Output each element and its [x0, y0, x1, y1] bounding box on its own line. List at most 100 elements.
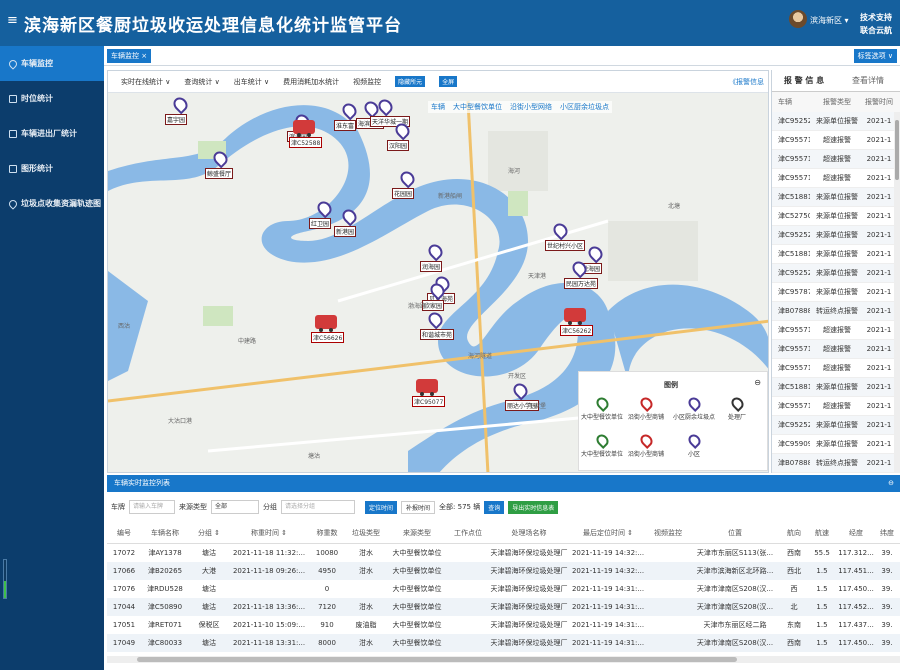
map-poi-marker[interactable]: 汉阳园 [387, 120, 413, 151]
map-poi-marker[interactable]: 和谐城市苑 [420, 309, 455, 340]
query-button[interactable]: 查询 [484, 500, 505, 514]
user-menu[interactable]: 滨海新区 ▾ [810, 15, 849, 26]
sidebar-item-time-stats[interactable]: 时位统计 [0, 81, 104, 116]
fuel-stats-menu[interactable]: 费用消耗加水统计 [283, 77, 339, 87]
alarm-info-toggle[interactable]: 《报警信息 [729, 77, 764, 87]
alarm-row[interactable]: 津B07888 转运终点报警 2021-1 [772, 302, 900, 321]
alarm-detail-link[interactable]: 查看详情 [836, 75, 900, 86]
sidebar-item-route-map[interactable]: 垃圾点收集资漏轨迹图 [0, 186, 104, 221]
alarm-scrollbar[interactable] [894, 112, 900, 473]
vehicle-marker[interactable]: 津C56626 [311, 315, 345, 343]
sidebar-item-chart-stats[interactable]: 图形统计 [0, 151, 104, 186]
layer-restaurant[interactable]: 大中型餐饮单位 [453, 102, 502, 112]
alarm-row[interactable]: 津C95571 超速报警 2021-1 [772, 150, 900, 169]
alarm-row[interactable]: 津C95252 来源单位报警 2021-1 [772, 416, 900, 435]
table-row[interactable]: 17072 津AY1378 塘沽 2021-11-18 11:32:... 10080 泔… [107, 544, 900, 562]
alarm-row[interactable]: 津C52750 来源单位报警 2021-1 [772, 207, 900, 226]
table-column-header[interactable]: 来源类型 [387, 528, 447, 538]
table-column-header[interactable]: 称重数 [309, 528, 345, 538]
group-select[interactable]: 请选择分组 [281, 500, 355, 514]
map-panel[interactable]: 实时在线统计 ∨ 查询统计 ∨ 出车统计 ∨ 费用消耗加水统计 视频监控 隐藏所… [107, 70, 769, 473]
map-poi-marker[interactable]: 红卫园 [309, 198, 335, 229]
alarm-row[interactable]: 津C51881 来源单位报警 2021-1 [772, 245, 900, 264]
map-poi-marker[interactable]: 欣家园 [422, 280, 448, 311]
table-column-header[interactable]: 经度 [837, 528, 875, 538]
locate-time-button[interactable]: 定位时间 [365, 500, 398, 514]
table-cell: 17049 [112, 639, 136, 647]
map-poi-marker[interactable]: 鲸盛餐厅 [205, 148, 234, 179]
alarm-row[interactable]: 津C95571 超速报警 2021-1 [772, 397, 900, 416]
tag-options-dropdown[interactable]: 标签选项 ∨ [853, 49, 897, 63]
alarm-row[interactable]: 津C95571 超速报警 2021-1 [772, 131, 900, 150]
export-button[interactable]: 导出实时信息表 [508, 500, 559, 514]
map-poi-marker[interactable]: 民园万达苑 [564, 258, 599, 289]
fullscreen-button[interactable]: 全屏 [439, 76, 458, 87]
online-stats-menu[interactable]: 实时在线统计 ∨ [121, 77, 170, 87]
table-column-header[interactable]: 编号 [107, 528, 141, 538]
alarm-row[interactable]: 津C95571 超速报警 2021-1 [772, 321, 900, 340]
alarm-row[interactable]: 津C95571 超速报警 2021-1 [772, 359, 900, 378]
table-column-header[interactable]: 纬度 [875, 528, 899, 538]
table-cell: 1.5 [816, 585, 828, 593]
vehicle-marker[interactable]: 津C52588 [289, 120, 323, 148]
vehicle-marker[interactable]: 津C95077 [412, 379, 446, 407]
table-column-header[interactable]: 最后定位时间 ⇕ [569, 528, 647, 538]
table-row[interactable]: 17044 津C50890 塘沽 2021-11-18 13:36:... 7120 泔水… [107, 598, 900, 616]
sidebar-item-vehicle-monitor[interactable]: 车辆监控 [0, 46, 104, 81]
table-row[interactable]: 17049 津C80033 塘沽 2021-11-18 13:31:... 8000 泔水… [107, 634, 900, 652]
legend-collapse-icon[interactable]: ⊖ [754, 378, 761, 387]
table-column-header[interactable]: 分组 ⇕ [189, 528, 229, 538]
alarm-row[interactable]: 津C95571 超速报警 2021-1 [772, 340, 900, 359]
alarm-row[interactable]: 津B07888 转运终点报警 2021-1 [772, 454, 900, 473]
table-column-header[interactable]: 垃圾类型 [345, 528, 387, 538]
dispatch-stats-menu[interactable]: 出车统计 ∨ [234, 77, 269, 87]
map-poi-marker[interactable]: 世纪村兴小区 [545, 220, 586, 251]
query-stats-menu[interactable]: 查询统计 ∨ [184, 77, 219, 87]
map-poi-marker[interactable]: 悦海园 [580, 243, 606, 274]
layer-street-shop[interactable]: 沿街小型网络 [510, 102, 552, 112]
plate-input[interactable]: 请输入车牌 [129, 500, 175, 514]
menu-icon[interactable]: ≡ [7, 13, 18, 28]
layer-vehicle[interactable]: 车辆 [431, 102, 445, 112]
table-row[interactable]: 17066 津B20265 大港 2021-11-18 09:26:... 4950 泔水… [107, 562, 900, 580]
tab-vehicle-monitor[interactable]: 车辆监控 × [107, 49, 152, 63]
alarm-row[interactable]: 津C95252 来源单位报警 2021-1 [772, 226, 900, 245]
map-poi-marker[interactable]: 天洋华城一期 [370, 96, 411, 127]
alarm-row[interactable]: 津C51881 来源单位报警 2021-1 [772, 378, 900, 397]
map-poi-marker[interactable]: 丽达小学园 [505, 380, 540, 411]
vehicle-marker[interactable]: 津C56262 [560, 308, 594, 336]
avatar[interactable] [789, 10, 807, 28]
map-poi-marker[interactable]: 润海园 [420, 241, 446, 272]
alarm-row[interactable]: 津C95571 超速报警 2021-1 [772, 169, 900, 188]
table-row[interactable]: 17076 津RDU528 塘沽 0 大中型餐饮单位 天津碧海环保垃圾处理厂 2021-11… [107, 580, 900, 598]
table-column-header[interactable]: 称重时间 ⇕ [229, 528, 309, 538]
table-column-header[interactable]: 航向 [781, 528, 807, 538]
vehicle-plate-label: 津C52588 [289, 137, 323, 148]
company-link[interactable]: 联合云航 [860, 24, 892, 37]
map-poi-marker[interactable]: 新港园 [334, 206, 360, 237]
alarm-row[interactable]: 津C95787 来源单位报警 2021-1 [772, 283, 900, 302]
support-link[interactable]: 技术支持 [860, 11, 892, 24]
alarm-row[interactable]: 津C95252 来源单位报警 2021-1 [772, 264, 900, 283]
source-type-select[interactable]: 全部 [211, 500, 259, 514]
alarm-row[interactable]: 津C95909 来源单位报警 2021-1 [772, 435, 900, 454]
map-poi-marker[interactable]: 花园园 [392, 168, 418, 199]
video-monitor-menu[interactable]: 视频监控 [353, 77, 381, 87]
alarm-row[interactable]: 津C95252 来源单位报警 2021-1 [772, 112, 900, 131]
table-column-header[interactable]: 处理场名称 [489, 528, 569, 538]
table-row[interactable]: 17051 津RET071 保税区 2021-11-10 15:09:... 910 废油… [107, 616, 900, 634]
map-poi-marker[interactable]: 淮东富 [334, 100, 360, 131]
alarm-row[interactable]: 津C51881 来源单位报警 2021-1 [772, 188, 900, 207]
layer-community[interactable]: 小区厨余垃圾点 [560, 102, 609, 112]
map-poi-marker[interactable]: 嘉宇园 [165, 94, 191, 125]
table-horizontal-scrollbar[interactable] [107, 656, 900, 663]
collapse-icon[interactable]: ⊖ [888, 475, 894, 492]
table-column-header[interactable]: 位置 [689, 528, 781, 538]
sidebar-item-in-out-stats[interactable]: 车辆进出厂统计 [0, 116, 104, 151]
table-column-header[interactable]: 车辆名称 [141, 528, 189, 538]
table-column-header[interactable]: 工作点位 [447, 528, 489, 538]
table-column-header[interactable]: 视频监控 [647, 528, 689, 538]
hide-button[interactable]: 隐藏所元 [395, 76, 426, 87]
report-time-button[interactable]: 补报时间 [401, 500, 436, 514]
table-column-header[interactable]: 航速 [807, 528, 837, 538]
